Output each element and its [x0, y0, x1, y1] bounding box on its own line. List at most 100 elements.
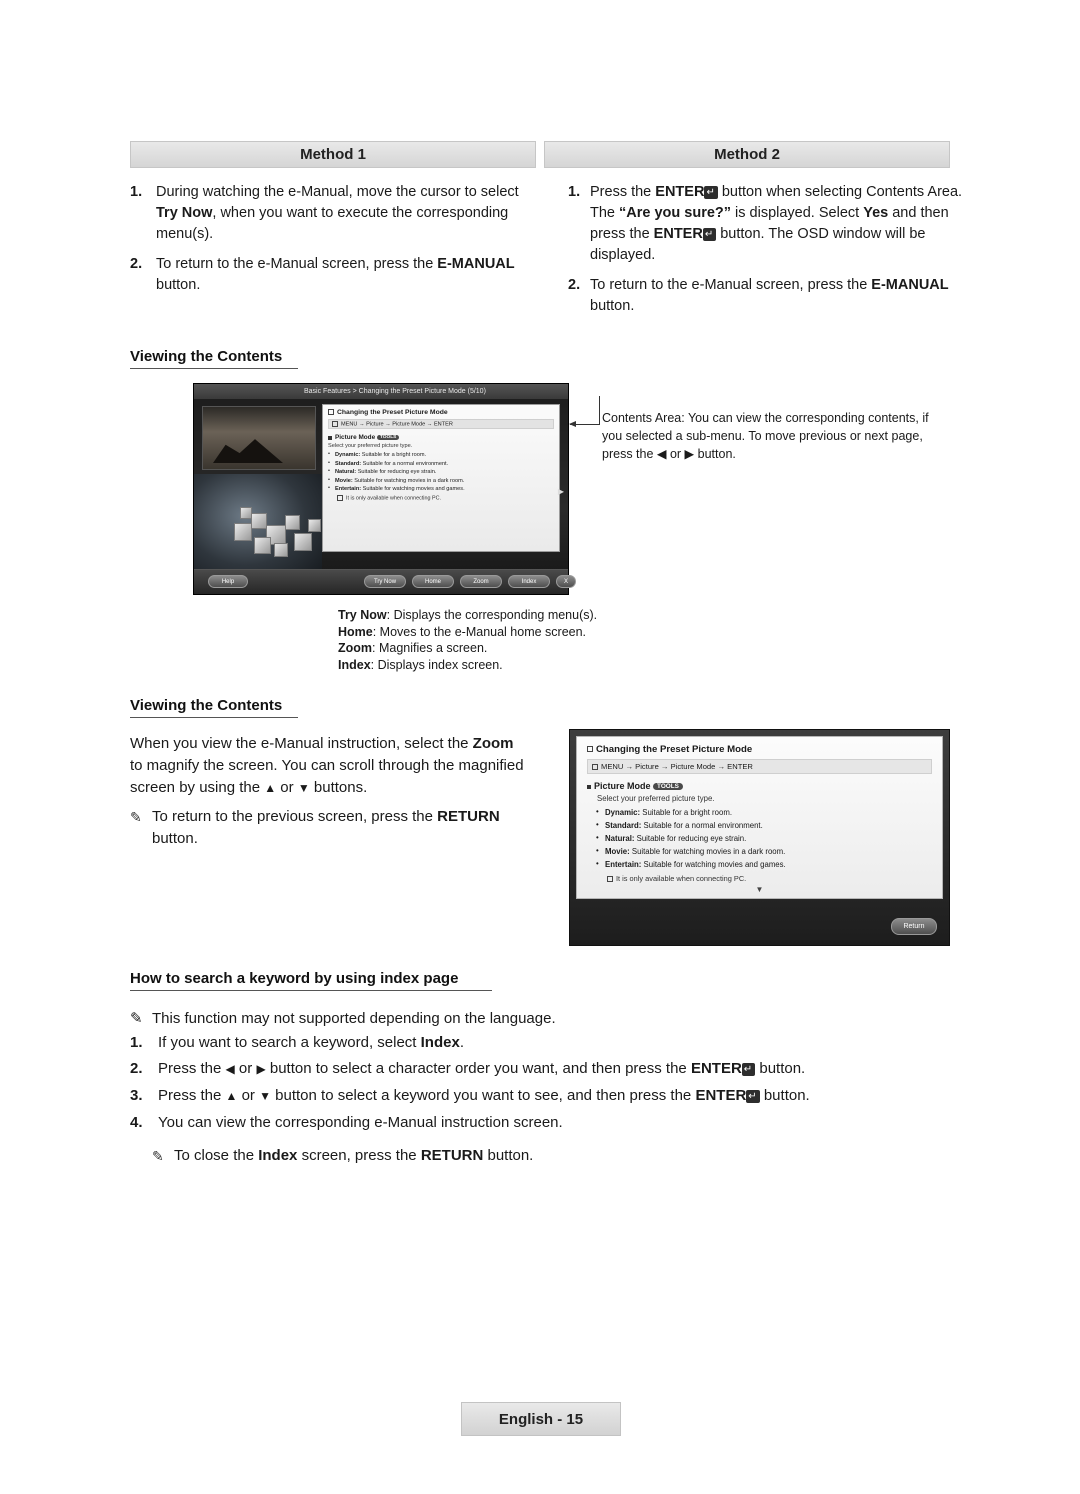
- enter-icon: ↵: [741, 1063, 756, 1076]
- page-footer: English - 15: [461, 1402, 621, 1436]
- panel-title: Changing the Preset Picture Mode: [328, 409, 554, 416]
- left-arrow-icon: ◀: [225, 1062, 235, 1076]
- panel-note: It is only available when connecting PC.: [328, 495, 554, 502]
- menu-icon: [592, 764, 598, 770]
- zoom-button[interactable]: Zoom: [460, 575, 502, 588]
- screenshot-title-bar: Basic Features > Changing the Preset Pic…: [194, 384, 568, 399]
- list-item: 1. If you want to search a keyword, sele…: [130, 1032, 960, 1053]
- list-item: Entertain: Suitable for watching movies …: [587, 859, 932, 869]
- osd-return-button[interactable]: Return: [891, 918, 937, 935]
- scroll-down-arrow-icon: ▼: [755, 885, 764, 894]
- note-text: To return to the previous screen, press …: [152, 808, 500, 847]
- filled-square-bullet-icon: [328, 435, 332, 440]
- note-icon: [607, 876, 613, 883]
- enter-icon: ↵: [702, 228, 717, 241]
- list-item: Entertain: Suitable for watching movies …: [328, 485, 554, 492]
- step-number: 2.: [568, 277, 581, 293]
- down-arrow-icon: ▼: [259, 1089, 271, 1103]
- osd-title: Changing the Preset Picture Mode: [587, 744, 932, 755]
- list-item: Standard: Suitable for a normal environm…: [328, 460, 554, 467]
- method-1-header: Method 1: [130, 141, 536, 168]
- step-text: Press the ▲ or ▼ button to select a keyw…: [158, 1087, 810, 1104]
- screenshot-button-bar: Help Try Now Home Zoom Index X: [194, 569, 576, 594]
- list-item: 1. Press the ENTER ↵ button when selectin…: [568, 182, 968, 266]
- home-button[interactable]: Home: [412, 575, 454, 588]
- step-text: To return to the e-Manual screen, press …: [156, 256, 515, 293]
- method-2-header: Method 2: [544, 141, 950, 168]
- list-item: 1. During watching the e-Manual, move th…: [130, 182, 535, 245]
- panel-menu-path: MENU → Picture → Picture Mode → ENTER: [328, 419, 554, 430]
- try-now-button[interactable]: Try Now: [364, 575, 406, 588]
- step-text: You can view the corresponding e-Manual …: [158, 1114, 563, 1131]
- index-steps: 1. If you want to search a keyword, sele…: [130, 1032, 960, 1138]
- right-arrow-icon: ▶: [256, 1062, 266, 1076]
- section-heading-viewing-contents-1: Viewing the Contents: [130, 348, 298, 369]
- list-item: Natural: Suitable for reducing eye strai…: [587, 833, 932, 843]
- next-page-arrow-icon: ▶: [557, 487, 564, 496]
- list-item: Index: Displays index screen.: [338, 657, 503, 672]
- note-text: To close the Index screen, press the RET…: [174, 1147, 534, 1164]
- step-text: Press the ◀ or ▶ button to select a char…: [158, 1060, 806, 1077]
- tools-badge: TOOLS: [653, 783, 683, 791]
- menu-icon: [332, 421, 338, 427]
- step-text: During watching the e-Manual, move the c…: [156, 184, 519, 242]
- index-button[interactable]: Index: [508, 575, 550, 588]
- pencil-icon: ✎: [130, 1010, 143, 1027]
- square-bullet-icon: [328, 409, 334, 416]
- index-language-note: ✎ This function may not supported depend…: [130, 1008, 950, 1030]
- step-number: 2.: [130, 256, 143, 272]
- down-arrow-icon: ▼: [297, 781, 310, 795]
- step-number: 2.: [130, 1060, 143, 1077]
- tools-badge: TOOLS: [376, 435, 400, 441]
- step-text: To return to the e-Manual screen, press …: [590, 277, 949, 314]
- return-note: ✎ To return to the previous screen, pres…: [130, 806, 530, 850]
- pencil-icon: ✎: [152, 1148, 164, 1164]
- note-icon: [337, 495, 343, 502]
- step-number: 1.: [568, 184, 581, 200]
- list-item: Standard: Suitable for a normal environm…: [587, 820, 932, 830]
- list-item: 2. To return to the e-Manual screen, pre…: [130, 254, 535, 296]
- section-heading-index-page: How to search a keyword by using index p…: [130, 970, 492, 991]
- list-item: Movie: Suitable for watching movies in a…: [587, 846, 932, 856]
- step-text: Press the ENTER ↵ button when selecting C…: [590, 184, 963, 263]
- note-text: This function may not supported dependin…: [152, 1010, 556, 1027]
- section-heading-viewing-contents-2: Viewing the Contents: [130, 697, 298, 718]
- osd-mode-label: Picture Mode TOOLS: [587, 781, 932, 791]
- list-item: Dynamic: Suitable for a bright room.: [328, 451, 554, 458]
- screenshot-photo-thumbnail: [202, 406, 316, 470]
- callout-leader-line: [569, 396, 600, 427]
- list-item: Movie: Suitable for watching movies in a…: [328, 477, 554, 484]
- close-button[interactable]: X: [556, 575, 576, 588]
- list-item: 2. To return to the e-Manual screen, pre…: [568, 275, 968, 317]
- enter-icon: ↵: [704, 186, 718, 199]
- button-legend: Try Now: Displays the corresponding menu…: [338, 607, 668, 673]
- help-button[interactable]: Help: [208, 575, 248, 588]
- pencil-icon: ✎: [130, 809, 142, 825]
- filled-square-bullet-icon: [587, 784, 591, 789]
- osd-panel: Changing the Preset Picture Mode MENU → …: [576, 736, 943, 899]
- screenshot-cubes-art: [234, 499, 329, 561]
- list-item: Dynamic: Suitable for a bright room.: [587, 807, 932, 817]
- list-item: Zoom: Magnifies a screen.: [338, 641, 488, 655]
- step-number: 4.: [130, 1114, 143, 1131]
- step-number: 1.: [130, 184, 143, 200]
- list-item: 4. You can view the corresponding e-Manu…: [130, 1112, 960, 1133]
- enter-icon: ↵: [746, 1090, 760, 1103]
- osd-note: It is only available when connecting PC.: [587, 874, 932, 883]
- emanual-screenshot: Basic Features > Changing the Preset Pic…: [193, 383, 576, 595]
- up-arrow-icon: ▲: [225, 1089, 238, 1103]
- viewing-contents-paragraph: When you view the e-Manual instruction, …: [130, 735, 524, 796]
- panel-subtitle: Select your preferred picture type.: [328, 443, 413, 450]
- list-item: Natural: Suitable for reducing eye strai…: [328, 468, 554, 475]
- list-item: 3. Press the ▲ or ▼ button to select a k…: [130, 1085, 960, 1107]
- step-number: 3.: [130, 1087, 143, 1104]
- up-arrow-icon: ▲: [264, 781, 277, 795]
- osd-screenshot: Changing the Preset Picture Mode MENU → …: [569, 729, 950, 946]
- osd-subtitle: Select your preferred picture type.: [597, 794, 715, 803]
- step-number: 1.: [130, 1034, 143, 1051]
- index-close-note: ✎ To close the Index screen, press the R…: [152, 1145, 852, 1167]
- list-item: Home: Moves to the e-Manual home screen.: [338, 624, 587, 639]
- step-text: If you want to search a keyword, select …: [158, 1034, 464, 1051]
- screenshot-content-panel: Changing the Preset Picture Mode MENU → …: [322, 404, 560, 552]
- document-page: Method 1 Method 2 1. During watching the…: [0, 0, 1080, 1494]
